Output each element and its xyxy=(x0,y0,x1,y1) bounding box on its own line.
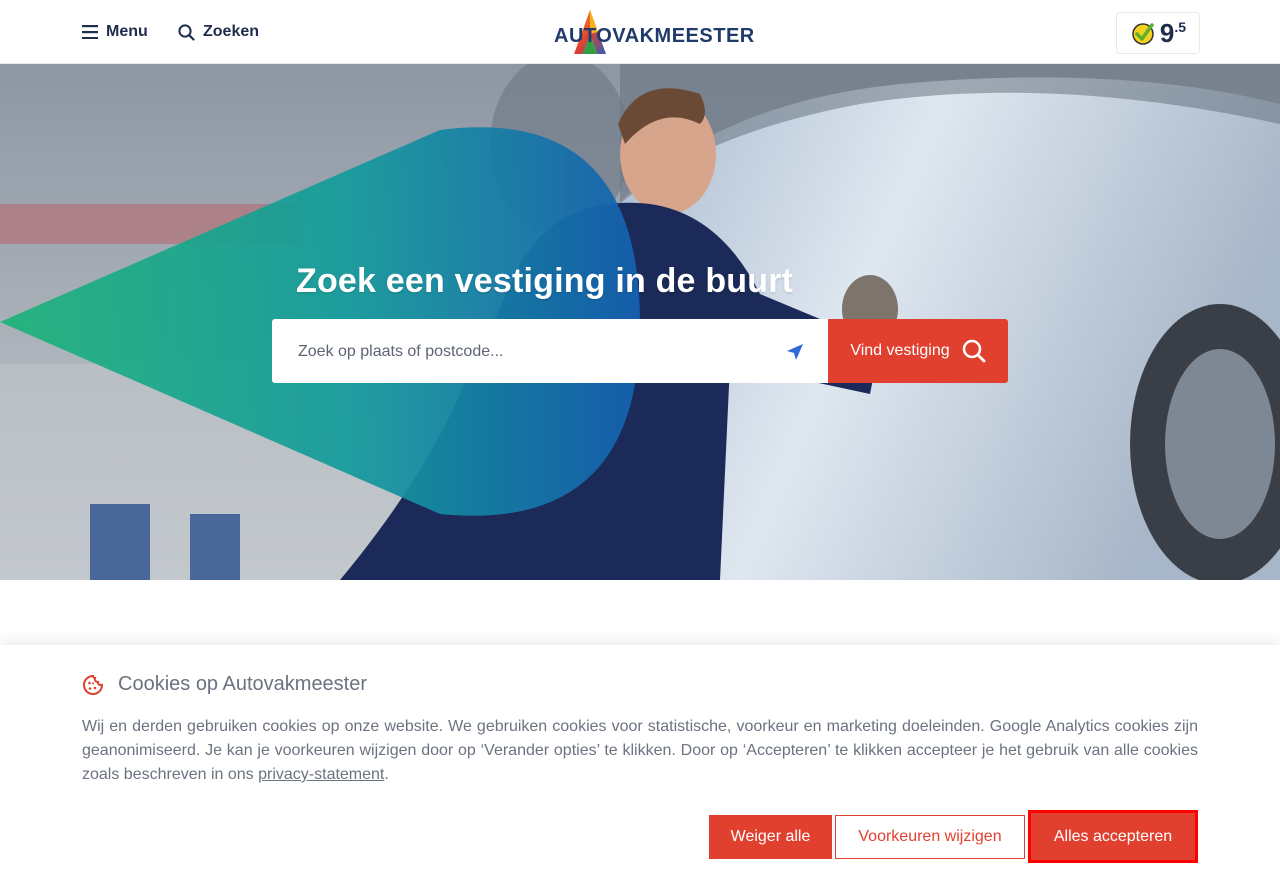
change-preferences-button[interactable]: Voorkeuren wijzigen xyxy=(835,815,1025,859)
rating-score: 9 xyxy=(1159,17,1175,48)
kiyoh-check-icon xyxy=(1132,23,1154,45)
cookie-icon xyxy=(83,674,104,695)
location-search-box xyxy=(272,319,828,383)
cookie-title: Cookies op Autovakmeester xyxy=(118,673,368,695)
cookie-title-row: Cookies op Autovakmeester xyxy=(82,673,367,696)
rating-decimal: .5 xyxy=(1174,19,1187,35)
kiyoh-rating-badge[interactable]: 9.5 xyxy=(1116,12,1200,54)
search-icon xyxy=(178,23,195,41)
cookie-text-end: . xyxy=(384,766,389,783)
hamburger-icon xyxy=(82,25,98,39)
privacy-statement-link[interactable]: privacy-statement xyxy=(258,766,384,783)
cookie-text-body: Wij en derden gebruiken cookies op onze … xyxy=(82,718,1198,783)
site-header: Menu Zoeken AUTOVAKMEESTER 9 .5 xyxy=(0,0,1280,64)
logo-text: AUTOVAKMEESTER xyxy=(554,25,755,47)
cookie-banner: Cookies op Autovakmeester Wij en derden … xyxy=(0,645,1280,887)
location-search-input[interactable] xyxy=(296,339,770,365)
location-arrow-icon[interactable] xyxy=(785,342,805,362)
accept-all-button[interactable]: Alles accepteren xyxy=(1031,813,1195,860)
menu-label: Menu xyxy=(106,23,148,40)
cookie-description: Wij en derden gebruiken cookies op onze … xyxy=(82,715,1198,787)
find-location-button[interactable]: Vind vestiging xyxy=(828,319,1008,383)
menu-button[interactable]: Menu xyxy=(82,18,148,46)
autovakmeester-logo[interactable]: AUTOVAKMEESTER xyxy=(554,8,754,56)
search-label: Zoeken xyxy=(203,23,260,40)
reject-all-button[interactable]: Weiger alle xyxy=(709,815,832,859)
search-icon xyxy=(962,339,986,363)
find-location-label: Vind vestiging xyxy=(850,342,950,359)
hero-section: Zoek een vestiging in de buurt Vind vest… xyxy=(0,64,1280,580)
hero-title: Zoek een vestiging in de buurt xyxy=(296,262,794,300)
search-button[interactable]: Zoeken xyxy=(178,18,259,46)
